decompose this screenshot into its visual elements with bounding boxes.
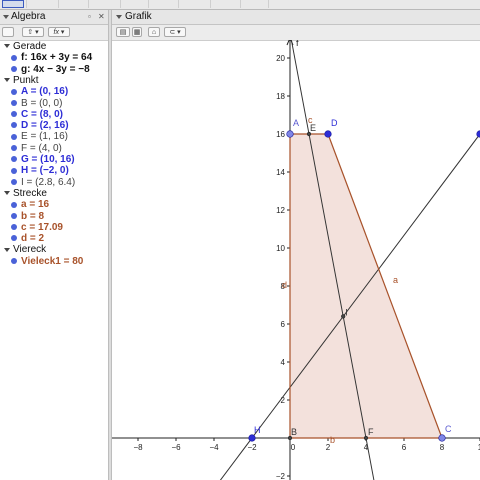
y-tick-label: 20 <box>276 54 285 63</box>
point-d[interactable] <box>324 130 332 138</box>
segment-label-b: b <box>330 435 335 445</box>
point-label-d: D <box>331 118 338 128</box>
x-tick-label: 8 <box>440 443 445 452</box>
x-tick-label: −4 <box>209 443 219 452</box>
x-tick-label: 6 <box>402 443 407 452</box>
y-tick-label: 18 <box>276 92 285 101</box>
point-label-a: A <box>293 118 299 128</box>
y-tick-label: 12 <box>276 206 285 215</box>
point-c[interactable] <box>438 434 446 442</box>
segment-label-a: a <box>393 275 398 285</box>
y-tick-label: 16 <box>276 130 285 139</box>
y-tick-label: 14 <box>276 168 285 177</box>
point-a[interactable] <box>286 130 294 138</box>
x-tick-label: −8 <box>133 443 143 452</box>
segment-label-d: d <box>282 280 287 290</box>
x-tick-label: −6 <box>171 443 181 452</box>
y-tick-label: 4 <box>281 358 286 367</box>
point-label-i: I <box>345 307 348 317</box>
point-h[interactable] <box>248 434 256 442</box>
x-tick-label: 0 <box>291 443 296 452</box>
point-label-b: B <box>291 427 297 437</box>
line-label-f: f <box>296 38 299 48</box>
y-tick-label: −2 <box>276 472 286 480</box>
y-tick-label: 6 <box>281 320 286 329</box>
point-label-c: C <box>445 424 452 434</box>
point-label-h: H <box>254 425 261 435</box>
segment-label-c: c <box>308 115 313 125</box>
graphics-view[interactable]: −8−6−4−2024681−22468101214161820ABCDEFHI… <box>0 0 480 480</box>
x-tick-label: −2 <box>247 443 257 452</box>
point-label-f: F <box>368 427 374 437</box>
y-tick-label: 10 <box>276 244 285 253</box>
